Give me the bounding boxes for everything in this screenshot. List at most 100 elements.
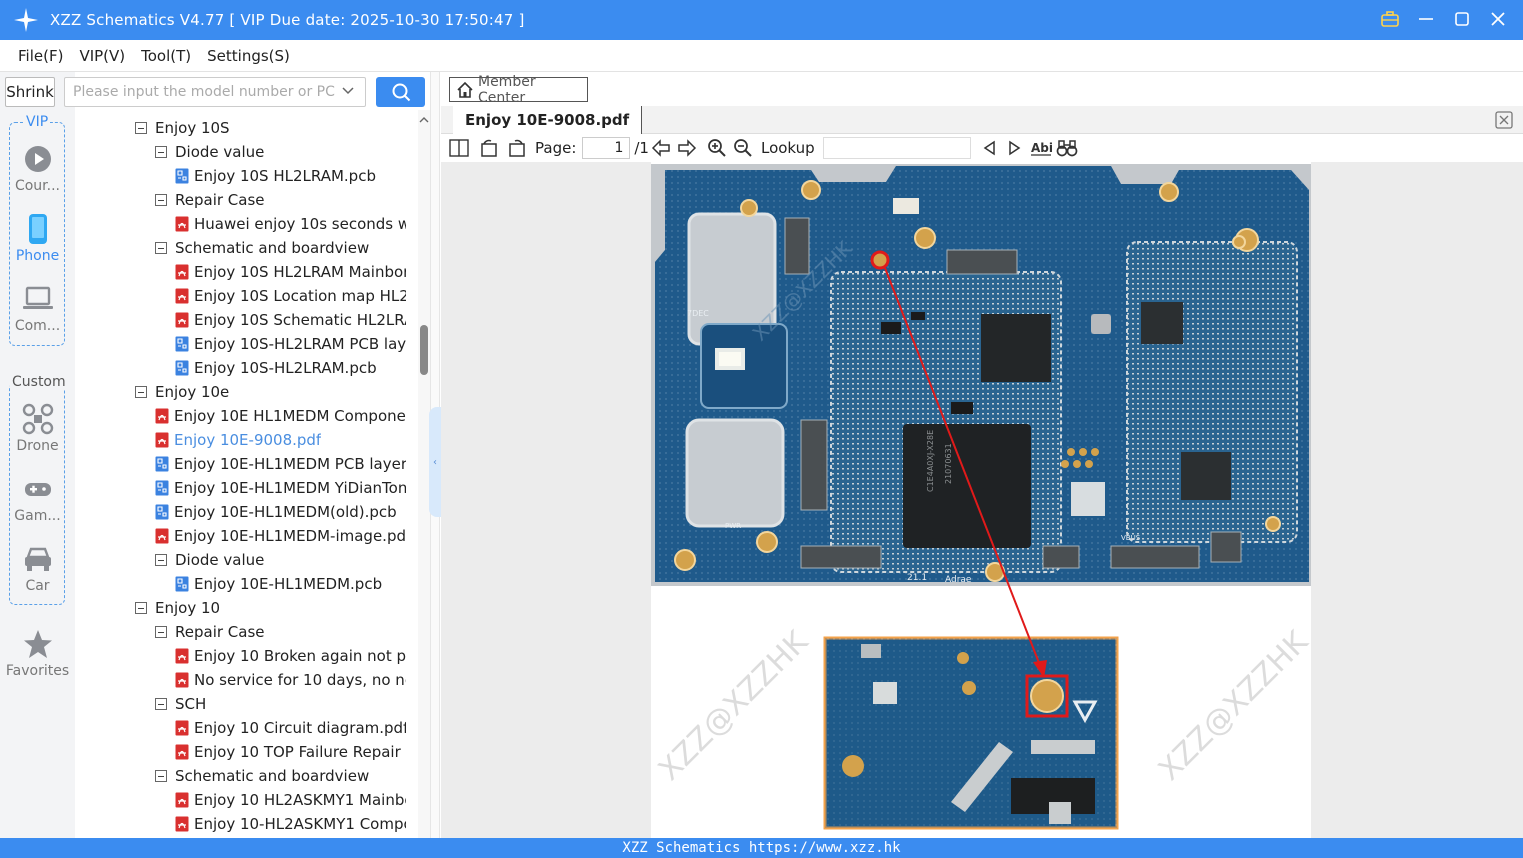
tree-file[interactable]: Enjoy 10 Broken again not pow (175, 644, 406, 668)
tree-folder[interactable]: Schematic and boardview (155, 764, 369, 788)
member-center-button[interactable]: Member Center (449, 74, 588, 106)
tree-file[interactable]: No service for 10 days, no netw (175, 668, 406, 692)
collapse-toggle-icon[interactable] (135, 602, 147, 614)
next-page-icon[interactable] (675, 136, 699, 160)
tree-folder[interactable]: Diode value (155, 140, 264, 164)
tree-file[interactable]: Enjoy 10 TOP Failure Repair Gui (175, 740, 406, 764)
rail-item-label: Phone (15, 248, 60, 264)
rail-item-drone[interactable]: Drone (0, 402, 75, 454)
menu-bar: File(F) VIP(V) Tool(T) Settings(S) (0, 40, 1523, 72)
rail-item-phone[interactable]: Phone (0, 212, 75, 264)
menu-vip[interactable]: VIP(V) (79, 47, 125, 65)
tree-file[interactable]: Enjoy 10E-9008.pdf (155, 428, 321, 452)
tree-file[interactable]: Enjoy 10-HL2ASKMY1 Compone (175, 812, 406, 836)
window-title: XZZ Schematics V4.77 [ VIP Due date: 202… (50, 11, 525, 29)
tree-file[interactable]: Enjoy 10E HL1MEDM Component (155, 404, 406, 428)
tab-document[interactable]: Enjoy 10E-9008.pdf (453, 106, 643, 134)
search-placeholder: Please input the model number or PCB (73, 84, 335, 100)
sidebar-toggle-icon[interactable] (447, 136, 471, 160)
tree-item-label: Enjoy 10E HL1MEDM Component (174, 407, 406, 425)
tree-file[interactable]: Enjoy 10S HL2LRAM.pcb (175, 164, 376, 188)
tree-file[interactable]: Enjoy 10E-HL1MEDM(old).pcb (155, 500, 397, 524)
tree-file[interactable]: Enjoy 10S Schematic HL2LRAM. (175, 308, 406, 332)
pdf-viewer[interactable]: C1E4A0XJ-X28E 21070631 21.1 Adrae PWR VB… (441, 162, 1523, 838)
tree-file[interactable]: Enjoy 10E-HL1MEDM-image.pdf (155, 524, 406, 548)
tree-folder[interactable]: Repair Case (155, 620, 265, 644)
tree-item-label: Schematic and boardview (175, 767, 370, 785)
collapse-toggle-icon[interactable] (135, 122, 147, 134)
collapse-toggle-icon[interactable] (155, 698, 167, 710)
search-button[interactable] (376, 77, 425, 107)
play-circle-icon (21, 142, 55, 176)
rail-item-car[interactable]: Car (0, 542, 75, 594)
rotate-right-icon[interactable] (505, 136, 529, 160)
collapse-toggle-icon[interactable] (155, 146, 167, 158)
collapse-toggle-icon[interactable] (155, 554, 167, 566)
tree-file[interactable]: Enjoy 10S Location map HL2LR (175, 284, 406, 308)
tree-item-label: Repair Case (175, 191, 265, 209)
tree-folder[interactable]: Enjoy 10 (135, 596, 220, 620)
page-number-input[interactable]: 1 (582, 137, 631, 159)
tree-file[interactable]: Enjoy 10 HL2ASKMY1 Mainbord (175, 788, 406, 812)
menu-tool[interactable]: Tool(T) (141, 47, 191, 65)
scrollbar-thumb[interactable] (420, 325, 428, 375)
tree-file[interactable]: Enjoy 10S-HL2LRAM PCB layer.p (175, 332, 406, 356)
tree-folder[interactable]: SCH (155, 692, 206, 716)
home-icon (457, 81, 473, 98)
gamepad-icon (21, 472, 55, 506)
briefcase-icon[interactable] (1379, 8, 1401, 30)
tree-folder[interactable]: Diode value (155, 548, 264, 572)
tree-file[interactable]: Huawei enjoy 10s seconds with (175, 212, 406, 236)
rail-item-game[interactable]: Gam... (0, 472, 75, 524)
tree-folder[interactable]: Enjoy 10S (135, 116, 230, 140)
panel-splitter[interactable]: ‹ (429, 72, 441, 838)
lookup-input[interactable] (822, 137, 971, 159)
previous-page-icon[interactable] (649, 136, 673, 160)
close-button[interactable] (1487, 8, 1509, 30)
binoculars-icon[interactable] (1055, 136, 1079, 160)
shrink-button[interactable]: Shrink (5, 77, 55, 107)
minimize-button[interactable] (1415, 8, 1437, 30)
rail-item-favorites[interactable]: Favorites (0, 627, 75, 679)
collapse-toggle-icon[interactable] (155, 626, 167, 638)
rotate-left-icon[interactable] (477, 136, 501, 160)
tree-file[interactable]: Enjoy 10E-HL1MEDM YiDianTong. (155, 476, 406, 500)
board-label-vendor: Adrae (945, 575, 972, 585)
search-input[interactable]: Please input the model number or PCB (64, 77, 366, 107)
menu-file[interactable]: File(F) (18, 47, 63, 65)
car-icon (21, 542, 55, 576)
tree-item-label: Diode value (175, 143, 265, 161)
rail-item-courses[interactable]: Cour... (0, 142, 75, 194)
tree-item-label: Enjoy 10 HL2ASKMY1 Mainbord (194, 791, 406, 809)
tree-file[interactable]: Enjoy 10E-HL1MEDM PCB layer.pc (155, 452, 406, 476)
collapse-toggle-icon[interactable] (135, 386, 147, 398)
zoom-in-icon[interactable] (705, 136, 729, 160)
status-bar: XZZ Schematics https://www.xzz.hk (0, 838, 1523, 858)
collapse-toggle-icon[interactable] (155, 242, 167, 254)
close-tab-icon[interactable] (1495, 111, 1513, 129)
page-label: Page: (535, 139, 577, 157)
tree-folder[interactable]: Schematic and boardview (155, 236, 369, 260)
chevron-up-icon[interactable] (418, 114, 430, 126)
tree-file[interactable]: Enjoy 10S-HL2LRAM.pcb (175, 356, 377, 380)
tree-folder[interactable]: Enjoy 10e (135, 380, 229, 404)
chevron-down-icon[interactable] (341, 82, 355, 104)
match-case-icon[interactable]: Abi (1029, 136, 1053, 160)
collapse-toggle-icon[interactable] (155, 194, 167, 206)
tree-file[interactable]: Enjoy 10 Circuit diagram.pdf (175, 716, 406, 740)
menu-settings[interactable]: Settings(S) (207, 47, 290, 65)
tree-item-label: SCH (175, 695, 207, 713)
maximize-button[interactable] (1451, 8, 1473, 30)
tree-file[interactable]: Enjoy 10E-HL1MEDM.pcb (175, 572, 382, 596)
collapse-panel-handle[interactable]: ‹ (429, 407, 441, 517)
collapse-toggle-icon[interactable] (155, 770, 167, 782)
member-center-label: Member Center (477, 73, 536, 106)
star-icon (21, 627, 55, 661)
find-previous-icon[interactable] (977, 136, 1001, 160)
tree-file[interactable]: Enjoy 10S HL2LRAM Mainbord (175, 260, 406, 284)
find-next-icon[interactable] (1003, 136, 1027, 160)
pdf-file-icon (175, 288, 189, 304)
rail-item-computer[interactable]: Com... (0, 282, 75, 334)
tree-folder[interactable]: Repair Case (155, 188, 265, 212)
zoom-out-icon[interactable] (731, 136, 755, 160)
